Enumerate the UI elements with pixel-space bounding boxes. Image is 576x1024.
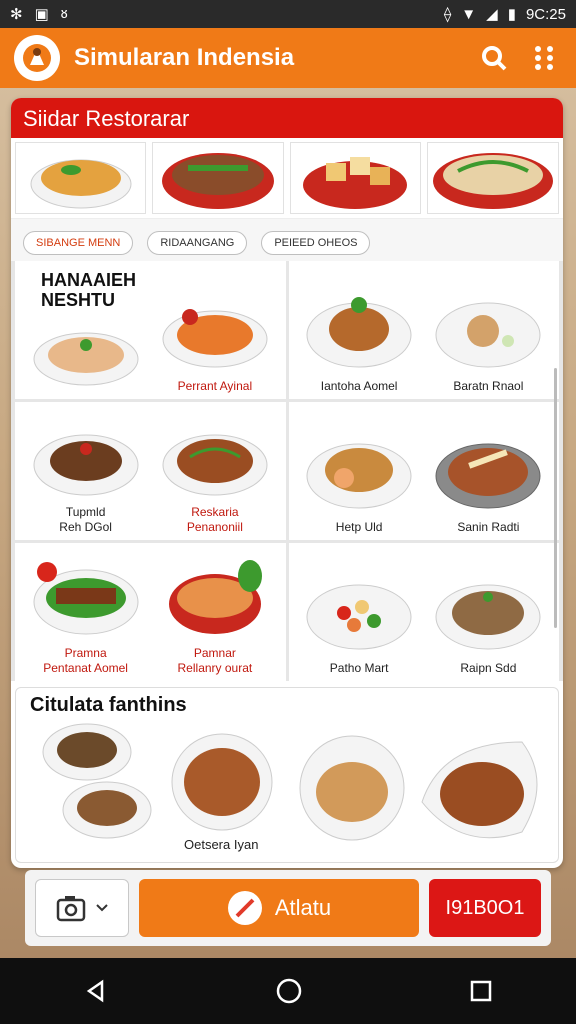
card-header: Siidar Restorarar xyxy=(11,98,563,138)
dish-name: Raipn Sdd xyxy=(460,660,517,675)
dish-item[interactable]: Iantoha Aomel xyxy=(295,267,424,393)
status-bar: ✻ ▣ ᴕ ⟠ ▼ ◢ ▮ 9C:25 xyxy=(0,0,576,28)
plate-icon xyxy=(435,584,541,650)
beef-bowl-icon xyxy=(161,153,274,209)
featured-dishes-row xyxy=(11,138,563,218)
more-menu-button[interactable] xyxy=(526,40,562,76)
dish-item[interactable]: Patho Mart xyxy=(295,549,424,675)
plate-icon xyxy=(306,296,412,368)
menu-grid: HANAAIEH NESHTU Perrant Ayinal Iantoha A… xyxy=(11,261,563,681)
dish-item[interactable]: Pramna Pentanat Aomel xyxy=(21,549,150,675)
promo-line-2: NESHTU xyxy=(41,289,116,310)
dish-name: Baratn Rnaol xyxy=(453,378,524,393)
menu-cell: Pramna Pentanat Aomel Pamnar Rellanry ou… xyxy=(15,543,286,681)
dish-name: Reskaria Penanoniil xyxy=(186,505,243,534)
rice-bowl-icon xyxy=(30,159,132,209)
notification-icons: ✻ ▣ ᴕ xyxy=(10,5,68,23)
link-icon: ᴕ xyxy=(60,5,68,22)
system-navigation-bar xyxy=(0,958,576,1024)
plate-icon xyxy=(435,302,541,368)
settings-icon: ✻ xyxy=(10,6,23,23)
signal-icon: ◢ xyxy=(486,6,498,23)
dish-name: Pramna Pentanat Aomel xyxy=(43,646,128,675)
grid-dots-icon xyxy=(535,46,553,70)
dish-item[interactable]: Hetp Uld xyxy=(295,408,424,534)
menu-cell: HANAAIEH NESHTU Perrant Ayinal xyxy=(15,261,286,399)
battery-icon: ▮ xyxy=(507,6,516,23)
plate-icon xyxy=(306,443,412,509)
plate-icon xyxy=(435,443,541,509)
menu-cell: Iantoha Aomel Baratn Rnaol xyxy=(288,261,559,399)
noodle-bowl-icon xyxy=(432,153,553,209)
dish-name: Tupmld Reh DGol xyxy=(59,505,112,534)
dish-name: Sanin Radti xyxy=(457,519,520,534)
restaurant-card: Siidar Restorarar SIBANGE MENN RIDAANGAN… xyxy=(11,98,563,868)
image-icon: ▣ xyxy=(34,6,49,23)
camera-button[interactable] xyxy=(35,879,129,937)
chevron-down-icon xyxy=(96,904,108,912)
plate-icon xyxy=(306,584,412,650)
system-icons: ⟠ ▼ ◢ ▮ 9C:25 xyxy=(443,5,566,24)
dish-name: Pamnar Rellanry ourat xyxy=(177,646,253,675)
dish-item[interactable]: Perrant Ayinal xyxy=(150,267,279,393)
app-title: Simularan Indensia xyxy=(74,44,295,71)
dish-thumb-rice[interactable] xyxy=(15,142,147,214)
dish-item[interactable]: Pamnar Rellanry ourat xyxy=(150,549,279,675)
menu-cell: Tupmld Reh DGol Reskaria Penanoniil xyxy=(15,402,286,540)
primary-action-label: Atlatu xyxy=(274,895,332,920)
bottom-action-bar: Atlatu I91B0O1 xyxy=(25,870,551,946)
dish-item[interactable]: Baratn Rnaol xyxy=(424,267,553,393)
chef-logo-icon xyxy=(23,44,51,72)
plate-icon xyxy=(162,308,268,368)
menu-cell: Patho Mart Raipn Sdd xyxy=(288,543,559,681)
featured-dish-name: Oetsera Iyan xyxy=(184,837,259,852)
code-button[interactable]: I91B0O1 xyxy=(429,879,541,937)
dish-thumb-noodle[interactable] xyxy=(426,142,559,214)
featured-title: Citulata fanthins xyxy=(30,694,187,716)
vibrate-icon: ⟠ xyxy=(443,6,452,23)
wifi-icon: ▼ xyxy=(461,5,477,23)
clock: 9C:25 xyxy=(525,5,566,23)
search-button[interactable] xyxy=(476,40,512,76)
plate-icon xyxy=(33,562,139,635)
dish-item[interactable]: Tupmld Reh DGol xyxy=(21,408,150,534)
promo-title: HANAAIEH NESHTU xyxy=(41,270,137,311)
plate-icon xyxy=(33,332,139,386)
dish-name: Perrant Ayinal xyxy=(177,378,253,393)
app-logo xyxy=(14,35,60,81)
plate-icon xyxy=(168,560,262,635)
dish-item[interactable]: Raipn Sdd xyxy=(424,549,553,675)
back-icon[interactable] xyxy=(84,979,108,1003)
recents-icon[interactable] xyxy=(470,980,492,1002)
dish-name: Hetp Uld xyxy=(335,519,383,534)
tab-ridaangang[interactable]: RIDAANGANG xyxy=(147,231,248,255)
featured-section: Citulata fanthins Oetsera Iyan xyxy=(15,687,559,863)
primary-action-button[interactable]: Atlatu xyxy=(139,879,419,937)
dish-item[interactable]: Sanin Radti xyxy=(424,408,553,534)
menu-tabs: SIBANGE MENN RIDAANGANG PEIEED OHEOS xyxy=(11,218,563,261)
dish-item[interactable]: Reskaria Penanoniil xyxy=(150,408,279,534)
edit-icon xyxy=(227,891,262,925)
scrollbar[interactable] xyxy=(554,368,557,628)
dish-thumb-tofu[interactable] xyxy=(289,142,421,214)
tofu-bowl-icon xyxy=(303,157,408,209)
camera-icon xyxy=(56,896,86,922)
featured-dishes-icon xyxy=(42,723,538,841)
plate-icon xyxy=(162,434,268,496)
home-icon[interactable] xyxy=(276,978,302,1004)
menu-cell: Hetp Uld Sanin Radti xyxy=(288,402,559,540)
promo-line-1: HANAAIEH xyxy=(41,270,137,290)
plate-icon xyxy=(33,434,139,496)
dish-name: Iantoha Aomel xyxy=(320,378,398,393)
dish-thumb-beef[interactable] xyxy=(152,142,284,214)
tab-peieed-oheos[interactable]: PEIEED OHEOS xyxy=(261,231,371,255)
dish-name: Patho Mart xyxy=(329,660,389,675)
tab-sibange-menn[interactable]: SIBANGE MENN xyxy=(23,231,134,255)
app-bar: Simularan Indensia xyxy=(0,28,576,88)
search-icon xyxy=(482,46,507,71)
